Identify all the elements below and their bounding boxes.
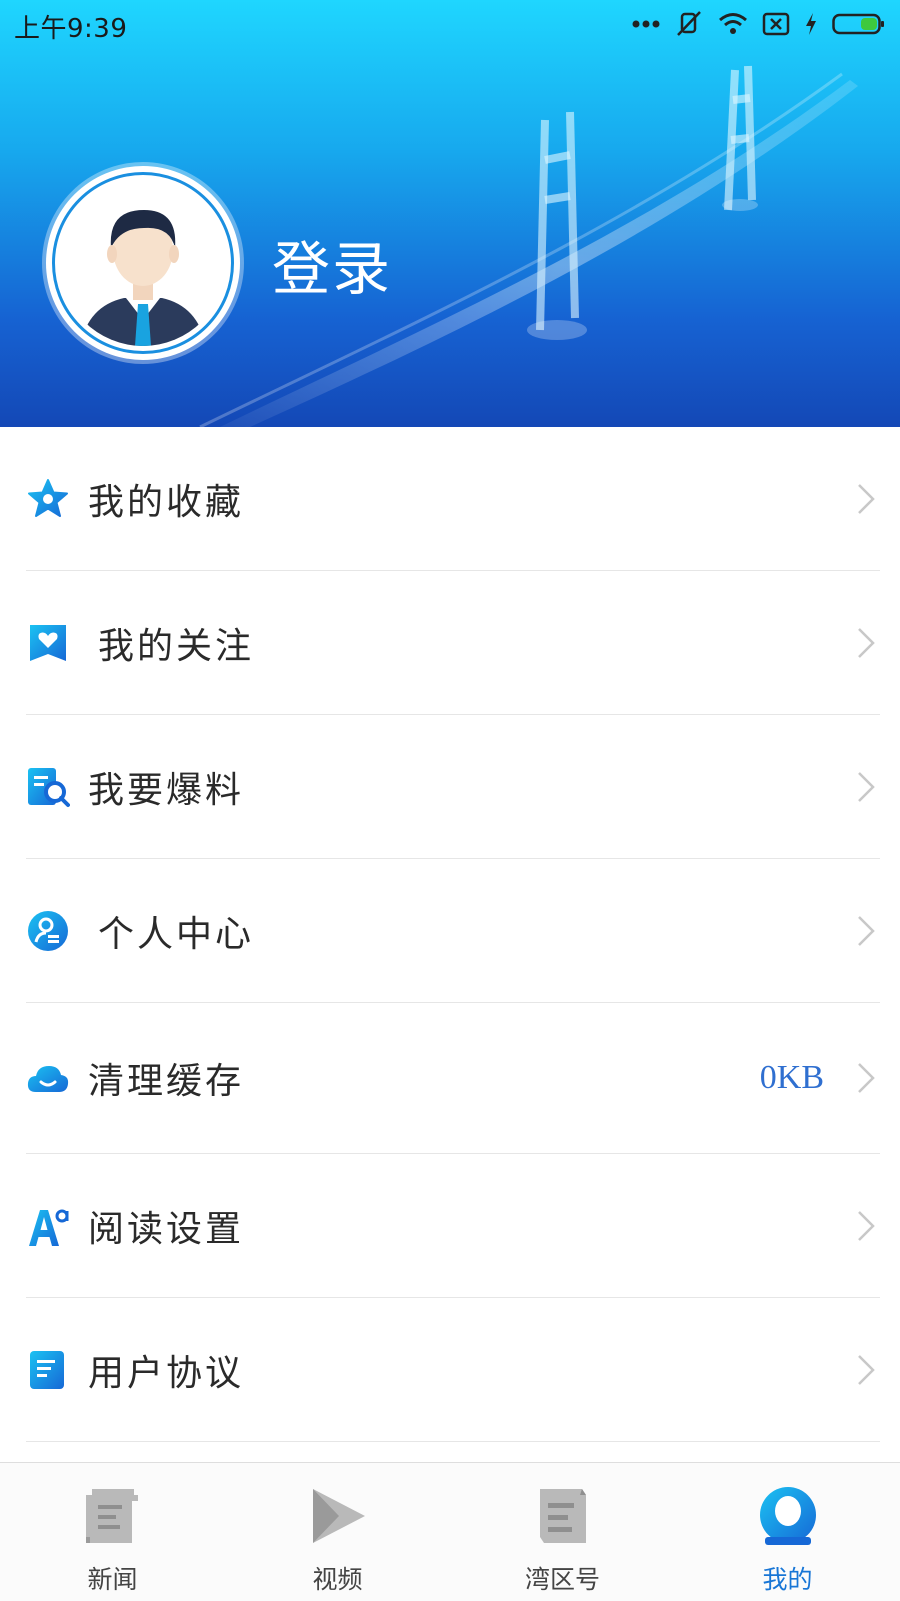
menu-item-label: 阅读设置	[88, 1208, 245, 1250]
chevron-right-icon	[858, 771, 875, 802]
menu-item-label: 我的关注	[98, 625, 255, 667]
tab-label: 我的	[762, 1565, 813, 1594]
menu-item-clear-cache[interactable]: 清理缓存 0KB	[26, 1003, 880, 1154]
settings-menu: 我的收藏 我的关注 我要爆料 个人中心 清理缓存 0KB 阅读设置 用户协议	[0, 427, 900, 1442]
profile-icon	[28, 910, 68, 951]
menu-item-label: 我的收藏	[88, 481, 245, 523]
bottom-tab-bar: 新闻 视频 湾区号 我的	[0, 1462, 900, 1601]
status-time: 上午9:39	[14, 14, 128, 44]
battery-icon	[832, 13, 884, 35]
cloud-icon	[27, 1066, 69, 1092]
font-size-icon	[29, 1209, 69, 1246]
more-dots-icon	[632, 20, 660, 28]
menu-item-profile-center[interactable]: 个人中心	[26, 859, 880, 1003]
charging-icon	[806, 13, 816, 35]
tab-label: 视频	[312, 1565, 363, 1594]
login-link[interactable]: 登录	[272, 222, 392, 306]
menu-item-reading-settings[interactable]: 阅读设置	[26, 1154, 880, 1298]
report-search-icon	[28, 767, 70, 807]
tab-label: 湾区号	[524, 1565, 600, 1594]
profile-header: 上午9:39 登录	[0, 0, 900, 427]
mute-icon	[677, 11, 701, 36]
menu-item-label: 清理缓存	[88, 1061, 245, 1102]
menu-item-label: 我要爆料	[88, 769, 245, 811]
menu-item-user-agreement[interactable]: 用户协议	[26, 1298, 880, 1442]
tab-me[interactable]: 我的	[675, 1463, 900, 1601]
chevron-right-icon	[858, 1354, 875, 1385]
heart-bookmark-icon	[30, 624, 66, 661]
news-scroll-icon	[85, 1489, 138, 1543]
tab-label: 新闻	[87, 1565, 138, 1594]
status-icons	[632, 6, 886, 42]
menu-item-favorites[interactable]: 我的收藏	[26, 427, 880, 571]
cache-size-value: 0KB	[759, 1059, 824, 1096]
status-bar: 上午9:39	[0, 0, 900, 48]
chevron-right-icon	[858, 915, 875, 946]
chevron-right-icon	[858, 1063, 875, 1093]
video-play-icon	[312, 1489, 365, 1543]
wifi-icon	[719, 13, 747, 34]
document-icon	[30, 1350, 64, 1389]
menu-item-report[interactable]: 我要爆料	[26, 715, 880, 859]
bay-area-icon	[539, 1489, 586, 1543]
chevron-right-icon	[858, 627, 875, 658]
user-avatar-icon	[60, 180, 226, 346]
tab-video[interactable]: 视频	[225, 1463, 450, 1601]
avatar[interactable]	[46, 166, 240, 360]
star-icon	[28, 478, 68, 517]
menu-item-following[interactable]: 我的关注	[26, 571, 880, 715]
my-profile-icon	[759, 1487, 816, 1545]
chevron-right-icon	[858, 1210, 875, 1241]
tab-bay-area[interactable]: 湾区号	[450, 1463, 675, 1601]
menu-item-label: 个人中心	[98, 913, 255, 955]
sim-icon	[762, 12, 790, 36]
menu-item-label: 用户协议	[88, 1352, 245, 1394]
chevron-right-icon	[858, 483, 875, 514]
tab-news[interactable]: 新闻	[0, 1463, 225, 1601]
